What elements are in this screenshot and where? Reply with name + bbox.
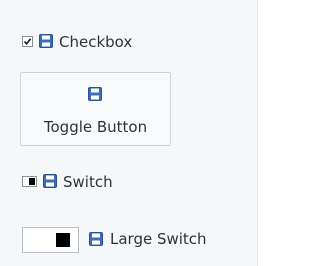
checkbox-row[interactable]: Checkbox (22, 33, 222, 51)
floppy-disk-icon (39, 34, 53, 48)
checkmark-icon (23, 38, 32, 46)
switch[interactable] (22, 176, 37, 187)
toggle-button-label: Toggle Button (43, 118, 148, 136)
large-switch-row[interactable]: Large Switch (22, 227, 257, 253)
switch-row[interactable]: Switch (22, 173, 222, 191)
toggle-button[interactable]: Toggle Button (20, 72, 171, 146)
large-switch-knob (56, 233, 70, 247)
switch-label: Switch (63, 173, 113, 191)
floppy-disk-icon (43, 174, 57, 188)
large-switch[interactable] (22, 227, 79, 253)
checkbox-label: Checkbox (59, 33, 133, 51)
checkbox[interactable] (22, 36, 33, 47)
large-switch-label: Large Switch (110, 230, 207, 248)
floppy-disk-icon (89, 232, 103, 246)
widget-panel: Checkbox Toggle Button Switch Large Swit… (0, 0, 258, 266)
floppy-disk-icon (88, 87, 102, 101)
switch-knob (29, 178, 35, 185)
